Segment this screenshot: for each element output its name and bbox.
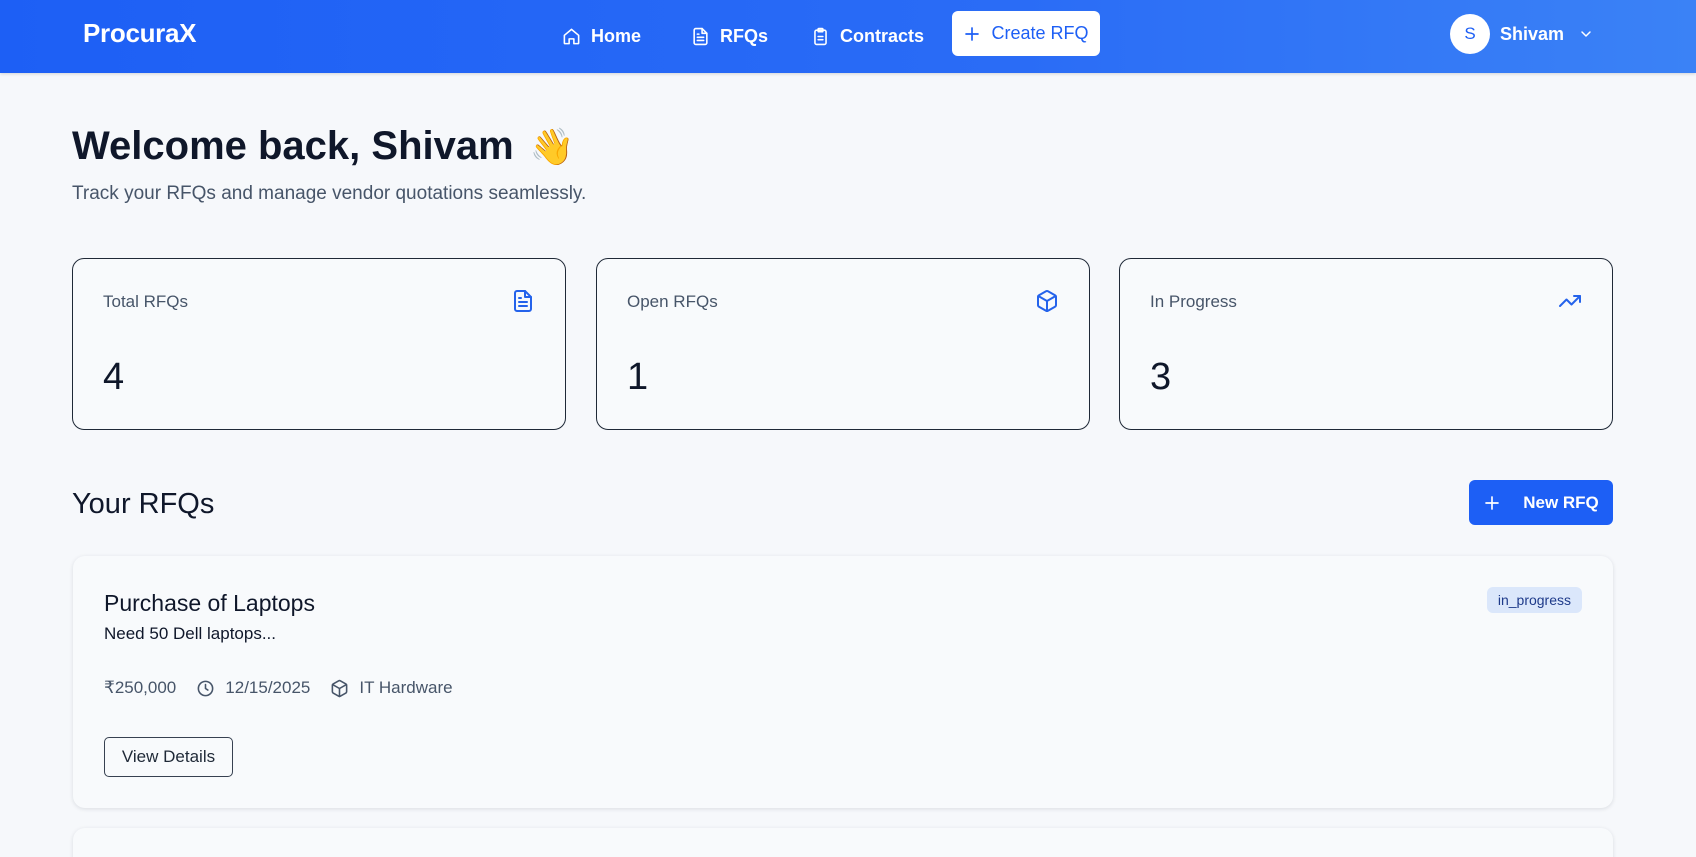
- new-rfq-label: New RFQ: [1523, 492, 1599, 512]
- home-icon: [563, 28, 580, 44]
- package-icon: [1037, 290, 1057, 312]
- view-details-button[interactable]: View Details: [104, 737, 233, 777]
- budget-value: ₹250,000: [104, 678, 177, 697]
- stat-value: 4: [103, 356, 125, 398]
- rfq-meta: ₹250,000 12/15/2025 IT Hardware: [104, 678, 473, 698]
- nav-contracts[interactable]: Contracts: [811, 22, 924, 50]
- rfq-budget: ₹250,000: [104, 678, 176, 698]
- avatar: S: [1450, 14, 1490, 54]
- chevron-down-icon: [1581, 31, 1591, 37]
- rfq-card: [73, 828, 1613, 857]
- welcome-subtitle: Track your RFQs and manage vendor quotat…: [72, 183, 587, 204]
- package-icon: [331, 679, 348, 697]
- create-rfq-button[interactable]: Create RFQ: [952, 11, 1100, 56]
- rfq-title: Purchase of Laptops: [104, 590, 315, 616]
- welcome-heading: Welcome back, Shivam 👋: [72, 124, 575, 169]
- user-menu[interactable]: S Shivam: [1450, 14, 1594, 54]
- welcome-title: Welcome back, Shivam: [72, 124, 514, 168]
- clock-icon: [197, 680, 214, 696]
- clipboard-icon: [814, 27, 827, 45]
- file-text-icon: [693, 27, 708, 45]
- stat-label: In Progress: [1150, 292, 1237, 311]
- plus-icon: [1485, 495, 1500, 510]
- category-value: IT Hardware: [359, 678, 453, 697]
- plus-icon: [965, 26, 980, 41]
- new-rfq-button[interactable]: New RFQ: [1469, 480, 1613, 525]
- stat-value: 3: [1150, 356, 1172, 398]
- section-title: Your RFQs: [72, 488, 215, 520]
- nav-rfqs[interactable]: RFQs: [691, 22, 768, 50]
- stat-value: 1: [627, 356, 649, 398]
- app-logo[interactable]: ProcuraX: [83, 18, 197, 49]
- stat-label: Open RFQs: [627, 292, 718, 311]
- status-badge: in_progress: [1486, 587, 1582, 613]
- wave-emoji: 👋: [529, 125, 575, 167]
- create-rfq-label: Create RFQ: [991, 23, 1089, 43]
- nav-home-label: Home: [591, 25, 642, 46]
- trending-up-icon: [1559, 295, 1581, 307]
- rfq-description: Need 50 Dell laptops...: [104, 624, 276, 643]
- stat-card-in-progress: In Progress 3: [1119, 258, 1613, 430]
- file-text-icon: [514, 290, 532, 312]
- user-name: Shivam: [1500, 23, 1565, 44]
- stat-label: Total RFQs: [103, 292, 189, 311]
- top-navbar: ProcuraX Home RFQs Contracts Create RFQ …: [0, 0, 1696, 73]
- nav-contracts-label: Contracts: [840, 25, 925, 46]
- rfq-category: IT Hardware: [330, 678, 453, 698]
- rfq-deadline: 12/15/2025: [196, 678, 310, 698]
- stat-card-open-rfqs: Open RFQs 1: [596, 258, 1090, 430]
- deadline-value: 12/15/2025: [225, 678, 311, 697]
- nav-home[interactable]: Home: [562, 22, 641, 50]
- stat-card-total-rfqs: Total RFQs 4: [72, 258, 566, 430]
- nav-rfqs-label: RFQs: [720, 25, 769, 46]
- rfq-card: Purchase of Laptops Need 50 Dell laptops…: [73, 556, 1613, 808]
